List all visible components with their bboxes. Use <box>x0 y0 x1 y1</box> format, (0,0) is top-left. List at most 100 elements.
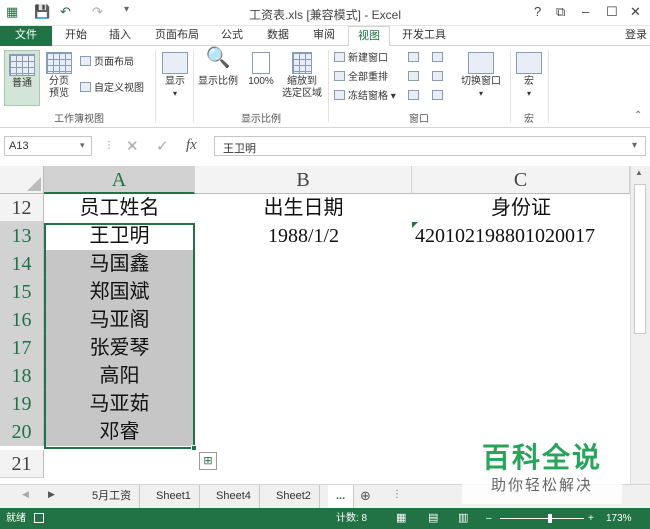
unhide-icon <box>408 90 419 100</box>
fill-handle[interactable] <box>191 445 197 451</box>
scroll-up-icon[interactable]: ▲ <box>635 168 643 177</box>
expand-formula-bar-icon[interactable]: ▾ <box>632 140 637 151</box>
tab-file[interactable]: 文件 <box>0 26 52 46</box>
hide-button[interactable] <box>408 71 422 84</box>
column-header-a[interactable]: A <box>44 166 195 194</box>
worksheet-grid[interactable]: A B C 12 员工姓名 出生日期 身份证 13 王卫明 1988/1/2 4… <box>0 166 630 484</box>
cell-b13[interactable]: 1988/1/2 <box>195 222 412 250</box>
quick-analysis-icon[interactable]: ⊞ <box>199 452 217 470</box>
custom-view-label: 自定义视图 <box>94 83 144 94</box>
cell-b12[interactable]: 出生日期 <box>195 194 412 222</box>
close-button[interactable]: ✕ <box>630 4 641 20</box>
row-header[interactable]: 16 <box>0 306 44 334</box>
column-header-b[interactable]: B <box>195 166 412 194</box>
tab-formulas[interactable]: 公式 <box>212 26 252 46</box>
chevron-down-icon[interactable]: ▾ <box>80 140 85 151</box>
page-break-status-icon[interactable]: ▥ <box>458 508 468 529</box>
cell-a15[interactable]: 郑国斌 <box>44 278 195 306</box>
cell-a12[interactable]: 员工姓名 <box>44 194 195 222</box>
cell-a17[interactable]: 张爱琴 <box>44 334 195 362</box>
collapse-ribbon-icon[interactable]: ⌃ <box>634 110 642 121</box>
page-layout-status-icon[interactable]: ▤ <box>428 508 438 529</box>
macros-button[interactable]: 宏 ▾ <box>514 52 544 100</box>
row-header[interactable]: 15 <box>0 278 44 306</box>
page-layout-button[interactable]: 页面布局 <box>80 56 134 69</box>
cell-a16[interactable]: 马亚阁 <box>44 306 195 334</box>
zoom-out-icon[interactable]: – <box>486 508 492 529</box>
sync-scroll-button[interactable] <box>432 71 446 84</box>
reset-position-button[interactable] <box>432 90 446 103</box>
sheet-tab-more[interactable]: ... <box>328 485 355 508</box>
tab-review[interactable]: 审阅 <box>304 26 344 46</box>
next-sheet-icon[interactable]: ▶ <box>48 489 55 500</box>
zoom-slider-thumb[interactable] <box>548 514 552 523</box>
zoom-100-icon <box>252 52 270 74</box>
unhide-button[interactable] <box>408 90 422 103</box>
new-window-button[interactable]: 新建窗口 <box>334 52 388 65</box>
column-header-c[interactable]: C <box>412 166 630 194</box>
cell-a19[interactable]: 马亚茹 <box>44 390 195 418</box>
sheet-tab-sheet1[interactable]: Sheet1 <box>148 485 200 508</box>
macro-record-icon[interactable] <box>34 513 44 523</box>
zoom-button[interactable]: 🔍 显示比例 <box>196 48 240 88</box>
sheet-tab-may[interactable]: 5月工资 <box>84 485 141 508</box>
add-sheet-icon[interactable]: ⊕ <box>360 488 371 504</box>
tab-data[interactable]: 数据 <box>258 26 298 46</box>
show-button[interactable]: 显示 ▾ <box>160 52 190 100</box>
split-button[interactable] <box>408 52 422 65</box>
row-header[interactable]: 17 <box>0 334 44 362</box>
row-header[interactable]: 12 <box>0 194 44 222</box>
switch-window-button[interactable]: 切换窗口 ▾ <box>456 52 506 100</box>
tab-page-layout[interactable]: 页面布局 <box>146 26 208 46</box>
maximize-button[interactable]: ☐ <box>606 4 618 20</box>
sheet-tab-sheet4[interactable]: Sheet4 <box>208 485 260 508</box>
page-break-icon <box>46 52 72 74</box>
cell-a13[interactable]: 王卫明 <box>44 222 195 250</box>
enter-icon[interactable]: ✓ <box>156 137 169 155</box>
zoom-level[interactable]: 173% <box>606 508 632 529</box>
sheet-tab-sheet2[interactable]: Sheet2 <box>268 485 320 508</box>
page-break-preview-button[interactable]: 分页 预览 <box>42 52 76 100</box>
zoom-to-selection-button[interactable]: 缩放到 选定区域 <box>280 52 324 100</box>
zoom-100-button[interactable]: 100% <box>244 52 278 88</box>
scroll-thumb[interactable] <box>634 184 646 334</box>
cell-c12[interactable]: 身份证 <box>412 194 630 222</box>
row-header[interactable]: 21 <box>0 450 44 478</box>
prev-sheet-icon[interactable]: ◀ <box>22 489 29 500</box>
name-box[interactable]: A13 <box>4 136 92 156</box>
login-link[interactable]: 登录 <box>622 26 650 46</box>
view-side-by-side-button[interactable] <box>432 52 446 65</box>
insert-function-icon[interactable]: fx <box>186 137 197 154</box>
zoom-slider[interactable] <box>500 518 584 519</box>
custom-view-button[interactable]: 自定义视图 <box>80 82 144 95</box>
row-header[interactable]: 13 <box>0 222 44 250</box>
tab-view[interactable]: 视图 <box>348 26 390 47</box>
row-header[interactable]: 20 <box>0 418 44 446</box>
normal-view-button[interactable]: 普通 <box>4 50 40 106</box>
arrange-all-button[interactable]: 全部重排 <box>334 71 388 84</box>
cancel-icon[interactable]: ✕ <box>126 137 139 155</box>
cell-c13[interactable]: 420102198801020017 <box>412 222 630 250</box>
formula-input[interactable]: 王卫明 <box>214 136 646 156</box>
minimize-button[interactable]: – <box>582 4 589 19</box>
zoom-in-icon[interactable]: + <box>588 508 594 529</box>
ribbon-display-icon[interactable]: ⧉ <box>556 4 565 20</box>
select-all-corner[interactable] <box>0 166 44 194</box>
cell-a18[interactable]: 高阳 <box>44 362 195 390</box>
cell-a14[interactable]: 马国鑫 <box>44 250 195 278</box>
tab-home[interactable]: 开始 <box>56 26 96 46</box>
formula-bar-drag-icon[interactable]: ⋮ <box>104 140 114 151</box>
cell-a20[interactable]: 邓睿 <box>44 418 195 446</box>
tab-developer[interactable]: 开发工具 <box>396 26 452 46</box>
zoom-100-label: 100% <box>248 76 274 87</box>
tab-insert[interactable]: 插入 <box>100 26 140 46</box>
row-header[interactable]: 19 <box>0 390 44 418</box>
vertical-scrollbar[interactable]: ▲ <box>630 166 650 484</box>
help-button[interactable]: ? <box>534 4 541 19</box>
row-header[interactable]: 18 <box>0 362 44 390</box>
freeze-panes-button[interactable]: 冻结窗格 ▾ <box>334 90 396 103</box>
zoom-label: 显示比例 <box>198 76 238 87</box>
tab-split-icon[interactable]: ⋮ <box>392 489 402 500</box>
normal-view-status-icon[interactable]: ▦ <box>396 508 406 529</box>
row-header[interactable]: 14 <box>0 250 44 278</box>
